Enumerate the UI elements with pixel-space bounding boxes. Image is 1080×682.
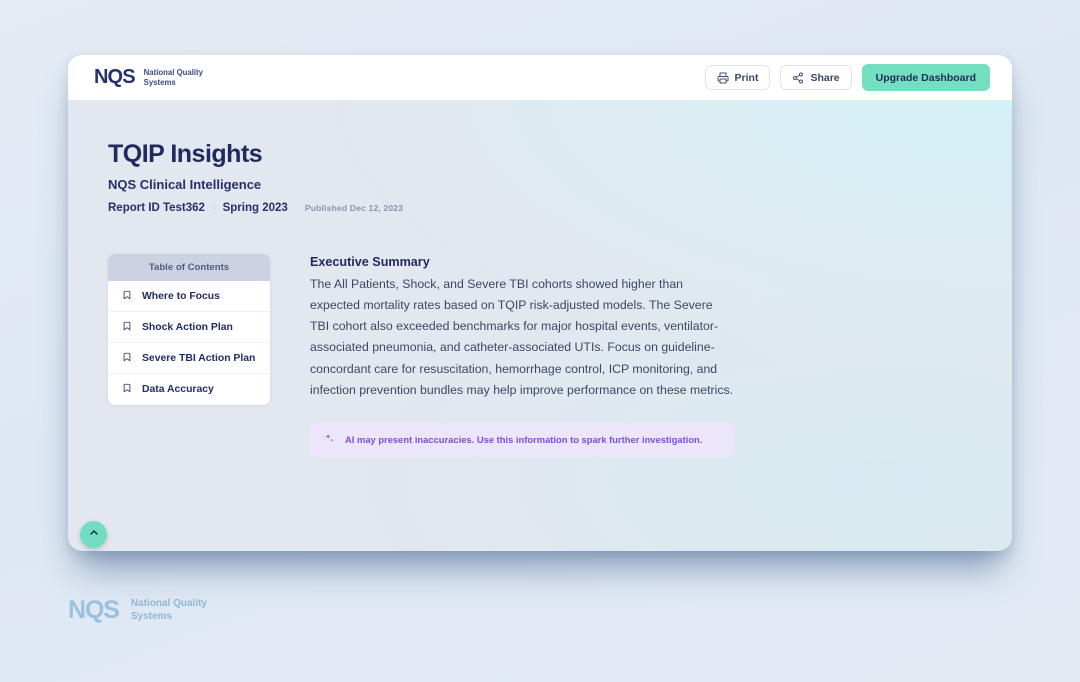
bookmark-icon <box>122 383 132 396</box>
page-background: NQS National Quality Systems Print Share… <box>0 0 1080 682</box>
toc-item-severe-tbi-action-plan[interactable]: Severe TBI Action Plan <box>108 343 270 374</box>
footer-logo: NQS National Quality Systems <box>68 596 207 625</box>
bookmark-icon <box>122 352 132 365</box>
bookmark-icon <box>122 290 132 303</box>
table-of-contents: Table of Contents Where to Focus Shock A… <box>108 254 270 405</box>
executive-summary-heading: Executive Summary <box>310 255 430 269</box>
toc-item-shock-action-plan[interactable]: Shock Action Plan <box>108 312 270 343</box>
ai-disclaimer-banner: AI may present inaccuracies. Use this in… <box>310 422 734 457</box>
report-period: Spring 2023 <box>222 202 288 214</box>
executive-summary-section: Executive Summary The All Patients, Shoc… <box>310 254 734 457</box>
page-title: TQIP Insights <box>108 140 263 168</box>
footer-brand-name: National Quality Systems <box>130 598 207 622</box>
report-card: NQS National Quality Systems Print Share… <box>68 55 1012 551</box>
share-button[interactable]: Share <box>780 65 852 90</box>
footer-brand-mark: NQS <box>68 596 120 624</box>
app-header: NQS National Quality Systems Print Share… <box>68 55 1012 100</box>
print-button-label: Print <box>734 71 759 84</box>
print-button[interactable]: Print <box>704 65 771 90</box>
sparkle-icon <box>324 431 335 449</box>
report-published-date: Published Dec 12, 2023 <box>304 203 404 213</box>
report-id: Report ID Test362 <box>108 202 205 214</box>
toc-item-data-accuracy[interactable]: Data Accuracy <box>108 374 270 405</box>
header-actions: Print Share Upgrade Dashboard <box>704 64 990 91</box>
toc-item-label: Severe TBI Action Plan <box>142 352 256 364</box>
share-nodes-icon <box>792 72 804 84</box>
scroll-to-top-button[interactable] <box>80 521 107 548</box>
content-row: Table of Contents Where to Focus Shock A… <box>108 254 1012 457</box>
toc-item-where-to-focus[interactable]: Where to Focus <box>108 281 270 312</box>
toc-item-label: Where to Focus <box>142 290 220 302</box>
bookmark-icon <box>122 321 132 334</box>
share-button-label: Share <box>810 71 840 84</box>
toc-heading: Table of Contents <box>108 254 270 281</box>
report-body: TQIP Insights NQS Clinical Intelligence … <box>68 100 1012 457</box>
brand-name: National Quality Systems <box>143 67 203 87</box>
brand-logo[interactable]: NQS National Quality Systems <box>94 66 203 89</box>
chevron-up-icon <box>88 527 100 542</box>
executive-summary-text: The All Patients, Shock, and Severe TBI … <box>310 277 734 397</box>
ai-disclaimer-text: AI may present inaccuracies. Use this in… <box>345 433 703 445</box>
meta-separator: · <box>211 202 216 214</box>
printer-icon <box>717 72 729 84</box>
toc-item-label: Data Accuracy <box>142 384 214 395</box>
page-subtitle: NQS Clinical Intelligence <box>108 177 262 192</box>
report-meta: Report ID Test362 · Spring 2023 Publishe… <box>108 202 1012 214</box>
upgrade-dashboard-button[interactable]: Upgrade Dashboard <box>861 64 990 91</box>
brand-mark: NQS <box>94 66 136 88</box>
toc-item-label: Shock Action Plan <box>142 321 233 333</box>
